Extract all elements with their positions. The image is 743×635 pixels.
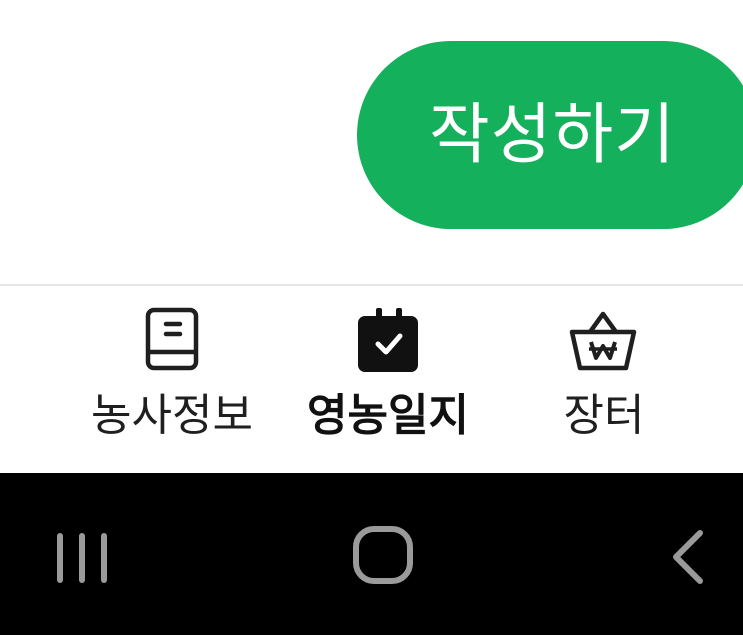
nav-item-farming-info[interactable]: 농사정보	[72, 286, 272, 473]
book-icon	[145, 307, 199, 371]
system-navigation-bar	[0, 473, 743, 635]
nav-label: 영농일지	[307, 390, 469, 441]
nav-label: 장터	[563, 390, 645, 441]
recent-apps-icon[interactable]	[55, 531, 111, 585]
write-button[interactable]: 작성하기	[357, 41, 743, 229]
back-icon[interactable]	[668, 529, 708, 585]
won-basket-icon	[569, 311, 637, 371]
bottom-nav: 농사정보 영농일지 장터	[0, 286, 743, 473]
nav-item-farm-diary[interactable]: 영농일지	[288, 286, 488, 473]
content-area: 작성하기	[0, 0, 743, 284]
calendar-check-icon	[358, 308, 418, 372]
nav-item-market[interactable]: 장터	[504, 286, 704, 473]
home-icon[interactable]	[352, 525, 416, 587]
nav-label: 농사정보	[91, 390, 253, 441]
